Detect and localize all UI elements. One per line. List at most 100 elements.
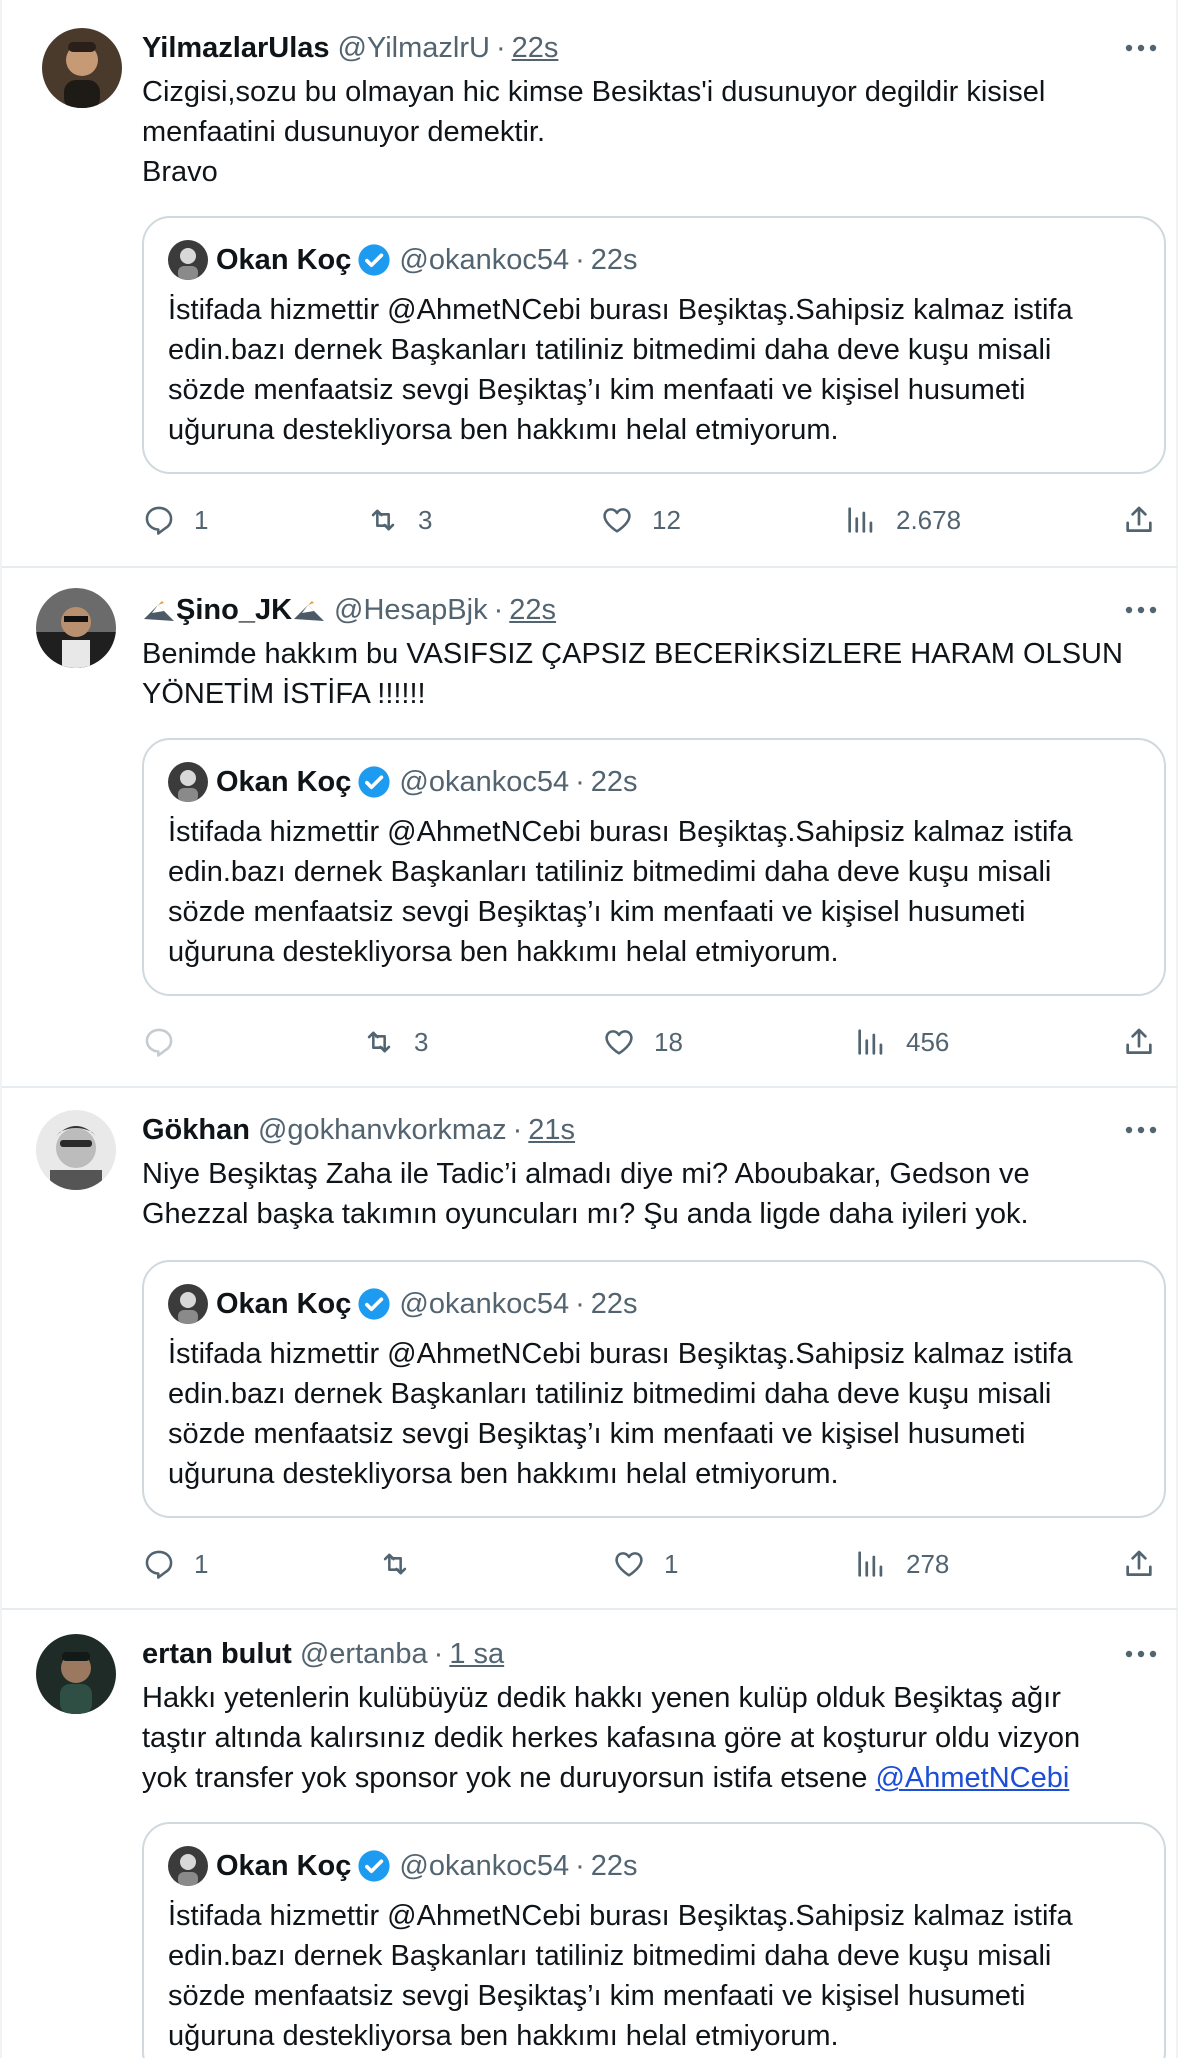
reply-icon <box>145 1028 173 1057</box>
tweet-header: YilmazlarUlas @YilmazlrU · 22s <box>142 28 558 68</box>
text-line: Hakkı yetenlerin kulübüyüz dedik hakkı y… <box>142 1682 1061 1714</box>
quoted-header: Okan Koç @okankoc54 · 22s <box>168 238 638 282</box>
separator-dot: · <box>575 243 585 276</box>
quoted-author-handle: @okankoc54 <box>399 765 570 798</box>
share-icon <box>1126 1028 1152 1054</box>
like-button[interactable]: 12 <box>600 498 681 542</box>
text-line: sözde menfaatsiz sevgi Beşiktaş’ı kim me… <box>168 1980 1026 2012</box>
tweet-text: Cizgisi,sozu bu olmayan hic kimse Besikt… <box>142 72 1142 192</box>
share-button[interactable] <box>1122 498 1156 542</box>
more-options-icon[interactable] <box>1116 590 1166 630</box>
retweet-button[interactable]: 3 <box>362 1020 428 1064</box>
views-chart-icon <box>858 1551 883 1577</box>
avatar[interactable] <box>36 1110 116 1190</box>
more-options-icon[interactable] <box>1116 1634 1166 1674</box>
timestamp[interactable]: 22s <box>509 594 556 627</box>
share-button[interactable] <box>1122 1020 1156 1064</box>
text-line: İstifada hizmettir @AhmetNCebi burası Be… <box>168 816 1073 848</box>
tweet-card[interactable]: ertan bulut @ertanba · 1 sa Hakkı yetenl… <box>2 1610 1178 2058</box>
quoted-tweet[interactable]: Okan Koç @okankoc54 · 22s İstifada hizme… <box>142 1822 1166 2058</box>
avatar[interactable] <box>36 1634 116 1714</box>
retweet-icon <box>367 1031 391 1053</box>
verified-badge-icon <box>358 1288 390 1320</box>
share-icon <box>1126 1550 1152 1576</box>
separator-dot: · <box>575 1287 585 1320</box>
text-line: sözde menfaatsiz sevgi Beşiktaş’ı kim me… <box>168 1418 1026 1450</box>
text-line: sözde menfaatsiz sevgi Beşiktaş’ı kim me… <box>168 374 1026 406</box>
quoted-avatar <box>168 762 208 802</box>
retweet-button[interactable] <box>378 1542 430 1586</box>
avatar[interactable] <box>36 588 116 668</box>
tweet-card[interactable]: Gökhan @gokhanvkorkmaz · 21s Niye Beşikt… <box>2 1088 1178 1608</box>
views-button[interactable]: 2.678 <box>844 498 961 542</box>
tweet-card[interactable]: Şino_JK @HesapBjk · 22s Benimde hakkım b… <box>2 568 1178 1086</box>
text-line: Cizgisi,sozu bu olmayan hic kimse Besikt… <box>142 76 1046 108</box>
view-count: 278 <box>906 1548 950 1579</box>
views-button[interactable]: 456 <box>854 1020 949 1064</box>
action-bar: 1 3 12 2.678 <box>142 498 1166 542</box>
separator-dot: · <box>495 31 506 64</box>
quoted-tweet[interactable]: Okan Koç @okankoc54 · 22s İstifada hizme… <box>142 1260 1166 1518</box>
retweet-button[interactable]: 3 <box>366 498 432 542</box>
text-line: yok transfer yok sponsor yok ne duruyors… <box>142 1758 1142 1798</box>
author-name[interactable]: ertan bulut <box>142 1638 292 1671</box>
author-handle[interactable]: @ertanba <box>300 1638 428 1671</box>
views-chart-icon <box>858 1029 883 1055</box>
text-line: uğuruna destekliyorsa ben hakkımı helal … <box>168 936 839 968</box>
quoted-timestamp: 22s <box>590 243 638 276</box>
author-handle[interactable]: @YilmazlrU <box>338 32 490 65</box>
timestamp[interactable]: 22s <box>512 32 559 65</box>
author-handle[interactable]: @HesapBjk <box>334 594 488 627</box>
more-options-icon[interactable] <box>1116 1110 1166 1150</box>
like-button[interactable]: 18 <box>602 1020 683 1064</box>
view-count: 456 <box>906 1026 950 1057</box>
text-line: uğuruna destekliyorsa ben hakkımı helal … <box>168 2020 839 2052</box>
text-line: taştır altında kalırsınız dedik herkes k… <box>142 1722 1081 1754</box>
author-name[interactable]: Gökhan <box>142 1114 250 1147</box>
tweet-header: ertan bulut @ertanba · 1 sa <box>142 1634 504 1674</box>
quoted-tweet[interactable]: Okan Koç @okankoc54 · 22s İstifada hizme… <box>142 738 1166 996</box>
eagle-emoji-icon <box>294 601 325 621</box>
avatar[interactable] <box>42 28 122 108</box>
separator-dot: · <box>575 765 585 798</box>
views-button[interactable]: 278 <box>854 1542 949 1586</box>
like-count: 12 <box>652 504 681 535</box>
heart-icon <box>605 1030 633 1055</box>
tweet-card[interactable]: YilmazlarUlas @YilmazlrU · 22s Cizgisi,s… <box>2 0 1178 566</box>
separator-dot: · <box>512 1113 523 1146</box>
like-count: 18 <box>654 1026 683 1057</box>
more-options-icon[interactable] <box>1116 28 1166 68</box>
quoted-header: Okan Koç @okankoc54 · 22s <box>168 1844 638 1888</box>
quoted-tweet[interactable]: Okan Koç @okankoc54 · 22s İstifada hizme… <box>142 216 1166 474</box>
text-line: edin.bazı dernek Başkanları tatiliniz bi… <box>168 334 1052 366</box>
author-handle[interactable]: @gokhanvkorkmaz <box>258 1114 507 1147</box>
quoted-author-name: Okan Koç <box>216 243 352 276</box>
text-line: menfaatini dusunuyor demektir. <box>142 116 545 148</box>
retweet-count: 3 <box>418 504 433 535</box>
reply-count: 1 <box>194 504 209 535</box>
text-line: Niye Beşiktaş Zaha ile Tadic’i almadı di… <box>142 1158 1030 1190</box>
tweet-text: Niye Beşiktaş Zaha ile Tadic’i almadı di… <box>142 1154 1142 1234</box>
quoted-avatar <box>168 1284 208 1324</box>
text-line: sözde menfaatsiz sevgi Beşiktaş’ı kim me… <box>168 896 1026 928</box>
share-button[interactable] <box>1122 1542 1156 1586</box>
tweet-text: Benimde hakkım bu VASIFSIZ ÇAPSIZ BECERİ… <box>142 634 1142 714</box>
like-count: 1 <box>664 1548 679 1579</box>
reply-button[interactable] <box>142 1020 194 1064</box>
heart-icon <box>615 1552 643 1577</box>
text-line: İstifada hizmettir @AhmetNCebi burası Be… <box>168 1338 1073 1370</box>
author-name[interactable]: Şino_JK <box>176 594 292 627</box>
reply-button[interactable]: 1 <box>142 498 208 542</box>
reply-button[interactable]: 1 <box>142 1542 208 1586</box>
author-name[interactable]: YilmazlarUlas <box>142 32 330 65</box>
text-line: Benimde hakkım bu VASIFSIZ ÇAPSIZ BECERİ… <box>142 638 1123 670</box>
verified-badge-icon <box>358 766 390 798</box>
like-button[interactable]: 1 <box>612 1542 678 1586</box>
mention-link[interactable]: @AhmetNCebi <box>875 1762 1069 1794</box>
text-line: İstifada hizmettir @AhmetNCebi burası Be… <box>168 1900 1073 1932</box>
timestamp[interactable]: 1 sa <box>449 1638 504 1671</box>
quoted-timestamp: 22s <box>590 765 638 798</box>
action-bar: 1 1 278 <box>142 1542 1166 1586</box>
timestamp[interactable]: 21s <box>528 1114 575 1147</box>
text-line: edin.bazı dernek Başkanları tatiliniz bi… <box>168 1378 1052 1410</box>
